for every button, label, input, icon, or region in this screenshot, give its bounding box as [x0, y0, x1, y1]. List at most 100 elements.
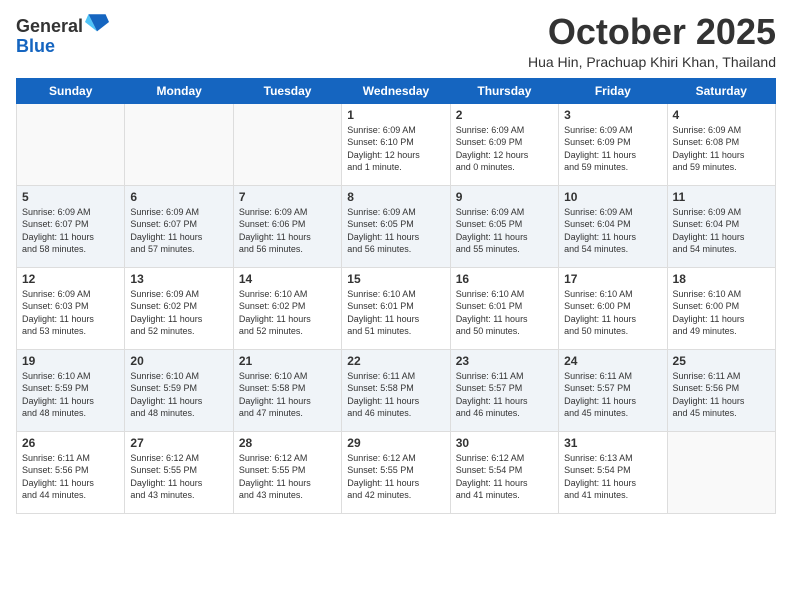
month-title: October 2025 [528, 12, 776, 52]
table-row: 12 Sunrise: 6:09 AM Sunset: 6:03 PM Dayli… [17, 267, 125, 349]
day-info: Sunrise: 6:09 AM Sunset: 6:04 PM Dayligh… [564, 206, 661, 256]
calendar-week-row: 1 Sunrise: 6:09 AM Sunset: 6:10 PM Daylig… [17, 103, 776, 185]
col-monday: Monday [125, 78, 233, 103]
day-info: Sunrise: 6:10 AM Sunset: 6:01 PM Dayligh… [456, 288, 553, 338]
logo-general-text: General [16, 16, 83, 36]
table-row [17, 103, 125, 185]
day-number: 7 [239, 190, 336, 204]
day-info: Sunrise: 6:09 AM Sunset: 6:09 PM Dayligh… [456, 124, 553, 174]
table-row: 22Sunrise: 6:11 AM Sunset: 5:58 PM Dayli… [342, 349, 450, 431]
table-row: 6Sunrise: 6:09 AM Sunset: 6:07 PM Daylig… [125, 185, 233, 267]
table-row: 17Sunrise: 6:10 AM Sunset: 6:00 PM Dayli… [559, 267, 667, 349]
day-number: 29 [347, 436, 444, 450]
day-info: Sunrise: 6:09 AM Sunset: 6:09 PM Dayligh… [564, 124, 661, 174]
day-info: Sunrise: 6:11 AM Sunset: 5:56 PM Dayligh… [673, 370, 770, 420]
day-info: Sunrise: 6:12 AM Sunset: 5:55 PM Dayligh… [239, 452, 336, 502]
table-row [125, 103, 233, 185]
col-tuesday: Tuesday [233, 78, 341, 103]
table-row: 27 Sunrise: 6:12 AM Sunset: 5:55 PM Dayli… [125, 431, 233, 513]
day-info: Sunrise: 6:09 AM Sunset: 6:10 PM Dayligh… [347, 124, 444, 174]
day-info: Sunrise: 6:12 AM Sunset: 5:54 PM Dayligh… [456, 452, 553, 502]
day-info: Sunrise: 6:09 AM Sunset: 6:03 PM Dayligh… [22, 288, 119, 338]
day-info: Sunrise: 6:11 AM Sunset: 5:57 PM Dayligh… [456, 370, 553, 420]
col-friday: Friday [559, 78, 667, 103]
table-row: 3 Sunrise: 6:09 AM Sunset: 6:09 PM Daylig… [559, 103, 667, 185]
day-info: Sunrise: 6:11 AM Sunset: 5:57 PM Dayligh… [564, 370, 661, 420]
day-number: 14 [239, 272, 336, 286]
day-number: 11 [673, 190, 770, 204]
col-sunday: Sunday [17, 78, 125, 103]
location: Hua Hin, Prachuap Khiri Khan, Thailand [528, 54, 776, 70]
day-number: 19 [22, 354, 119, 368]
table-row: 18 Sunrise: 6:10 AM Sunset: 6:00 PM Dayli… [667, 267, 775, 349]
table-row: 2Sunrise: 6:09 AM Sunset: 6:09 PM Daylig… [450, 103, 558, 185]
day-number: 18 [673, 272, 770, 286]
day-number: 25 [673, 354, 770, 368]
col-thursday: Thursday [450, 78, 558, 103]
day-number: 9 [456, 190, 553, 204]
day-number: 24 [564, 354, 661, 368]
day-info: Sunrise: 6:09 AM Sunset: 6:08 PM Dayligh… [673, 124, 770, 174]
table-row: 15 Sunrise: 6:10 AM Sunset: 6:01 PM Dayli… [342, 267, 450, 349]
day-info: Sunrise: 6:09 AM Sunset: 6:04 PM Dayligh… [673, 206, 770, 256]
table-row: 31Sunrise: 6:13 AM Sunset: 5:54 PM Dayli… [559, 431, 667, 513]
day-info: Sunrise: 6:10 AM Sunset: 5:59 PM Dayligh… [22, 370, 119, 420]
day-info: Sunrise: 6:12 AM Sunset: 5:55 PM Dayligh… [347, 452, 444, 502]
logo: General Blue [16, 12, 109, 57]
day-info: Sunrise: 6:09 AM Sunset: 6:07 PM Dayligh… [130, 206, 227, 256]
day-number: 15 [347, 272, 444, 286]
calendar-week-row: 19 Sunrise: 6:10 AM Sunset: 5:59 PM Dayli… [17, 349, 776, 431]
day-number: 8 [347, 190, 444, 204]
table-row: 28 Sunrise: 6:12 AM Sunset: 5:55 PM Dayli… [233, 431, 341, 513]
day-number: 28 [239, 436, 336, 450]
table-row: 8 Sunrise: 6:09 AM Sunset: 6:05 PM Daylig… [342, 185, 450, 267]
table-row: 14Sunrise: 6:10 AM Sunset: 6:02 PM Dayli… [233, 267, 341, 349]
day-number: 4 [673, 108, 770, 122]
day-number: 5 [22, 190, 119, 204]
day-info: Sunrise: 6:10 AM Sunset: 6:01 PM Dayligh… [347, 288, 444, 338]
day-info: Sunrise: 6:10 AM Sunset: 5:59 PM Dayligh… [130, 370, 227, 420]
day-number: 10 [564, 190, 661, 204]
table-row: 10 Sunrise: 6:09 AM Sunset: 6:04 PM Dayli… [559, 185, 667, 267]
day-number: 20 [130, 354, 227, 368]
table-row: 29 Sunrise: 6:12 AM Sunset: 5:55 PM Dayli… [342, 431, 450, 513]
table-row: 26 Sunrise: 6:11 AM Sunset: 5:56 PM Dayli… [17, 431, 125, 513]
day-info: Sunrise: 6:09 AM Sunset: 6:07 PM Dayligh… [22, 206, 119, 256]
table-row: 5 Sunrise: 6:09 AM Sunset: 6:07 PM Daylig… [17, 185, 125, 267]
day-number: 26 [22, 436, 119, 450]
day-number: 23 [456, 354, 553, 368]
col-wednesday: Wednesday [342, 78, 450, 103]
header: General Blue October 2025 Hua Hin, Prach… [16, 12, 776, 70]
calendar-week-row: 26 Sunrise: 6:11 AM Sunset: 5:56 PM Dayli… [17, 431, 776, 513]
table-row: 4 Sunrise: 6:09 AM Sunset: 6:08 PM Daylig… [667, 103, 775, 185]
day-info: Sunrise: 6:09 AM Sunset: 6:02 PM Dayligh… [130, 288, 227, 338]
day-info: Sunrise: 6:12 AM Sunset: 5:55 PM Dayligh… [130, 452, 227, 502]
day-info: Sunrise: 6:09 AM Sunset: 6:05 PM Dayligh… [347, 206, 444, 256]
day-info: Sunrise: 6:13 AM Sunset: 5:54 PM Dayligh… [564, 452, 661, 502]
day-number: 1 [347, 108, 444, 122]
table-row: 24 Sunrise: 6:11 AM Sunset: 5:57 PM Dayli… [559, 349, 667, 431]
day-info: Sunrise: 6:10 AM Sunset: 6:00 PM Dayligh… [564, 288, 661, 338]
day-number: 27 [130, 436, 227, 450]
day-info: Sunrise: 6:09 AM Sunset: 6:05 PM Dayligh… [456, 206, 553, 256]
calendar-week-row: 12 Sunrise: 6:09 AM Sunset: 6:03 PM Dayli… [17, 267, 776, 349]
table-row [233, 103, 341, 185]
day-number: 3 [564, 108, 661, 122]
table-row [667, 431, 775, 513]
table-row: 21 Sunrise: 6:10 AM Sunset: 5:58 PM Dayli… [233, 349, 341, 431]
col-saturday: Saturday [667, 78, 775, 103]
calendar-header-row: Sunday Monday Tuesday Wednesday Thursday… [17, 78, 776, 103]
day-number: 16 [456, 272, 553, 286]
day-info: Sunrise: 6:10 AM Sunset: 6:00 PM Dayligh… [673, 288, 770, 338]
day-number: 13 [130, 272, 227, 286]
day-number: 12 [22, 272, 119, 286]
table-row: 9 Sunrise: 6:09 AM Sunset: 6:05 PM Daylig… [450, 185, 558, 267]
table-row: 25 Sunrise: 6:11 AM Sunset: 5:56 PM Dayli… [667, 349, 775, 431]
page: General Blue October 2025 Hua Hin, Prach… [0, 0, 792, 612]
day-info: Sunrise: 6:09 AM Sunset: 6:06 PM Dayligh… [239, 206, 336, 256]
day-info: Sunrise: 6:10 AM Sunset: 5:58 PM Dayligh… [239, 370, 336, 420]
day-number: 21 [239, 354, 336, 368]
table-row: 16 Sunrise: 6:10 AM Sunset: 6:01 PM Dayli… [450, 267, 558, 349]
table-row: 11 Sunrise: 6:09 AM Sunset: 6:04 PM Dayli… [667, 185, 775, 267]
day-info: Sunrise: 6:11 AM Sunset: 5:56 PM Dayligh… [22, 452, 119, 502]
